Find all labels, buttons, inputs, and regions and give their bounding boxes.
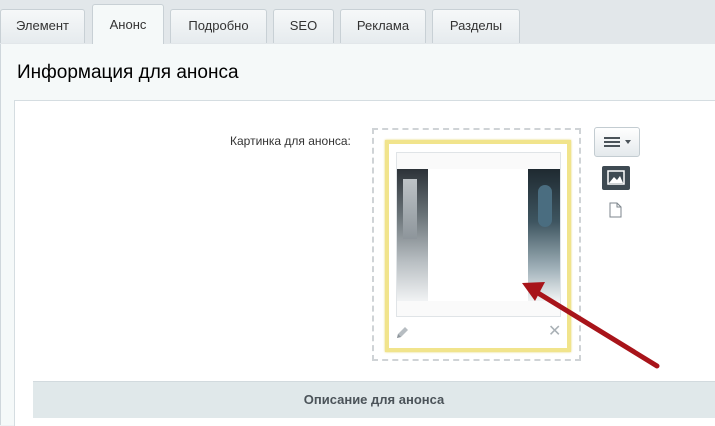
chevron-down-icon	[625, 140, 631, 144]
menu-button[interactable]	[594, 127, 640, 157]
preview-picture-label: Картинка для анонса:	[230, 134, 351, 148]
tab-element[interactable]: Элемент	[0, 9, 85, 43]
preview-image[interactable]	[396, 152, 561, 317]
image-left-panel	[397, 169, 429, 301]
image-right-panel	[528, 169, 560, 301]
section-title: Информация для анонса	[17, 62, 239, 83]
tab-details[interactable]: Подробно	[170, 9, 267, 43]
edit-icon[interactable]	[395, 326, 409, 340]
menu-icon	[604, 137, 620, 147]
image-icon	[607, 170, 625, 185]
tab-announce[interactable]: Анонс	[92, 4, 164, 45]
description-header: Описание для анонса	[33, 381, 715, 418]
image-center-panel	[428, 169, 530, 301]
content-panel: Информация для анонса	[0, 44, 715, 426]
close-icon[interactable]: ✕	[548, 324, 561, 340]
tab-sections[interactable]: Разделы	[432, 9, 520, 43]
image-mode-button[interactable]	[602, 166, 630, 190]
tab-advertising[interactable]: Реклама	[340, 9, 426, 43]
tab-seo[interactable]: SEO	[273, 9, 334, 43]
file-icon[interactable]	[609, 202, 622, 218]
tab-bar: Элемент Анонс Подробно SEO Реклама Разде…	[0, 0, 715, 45]
